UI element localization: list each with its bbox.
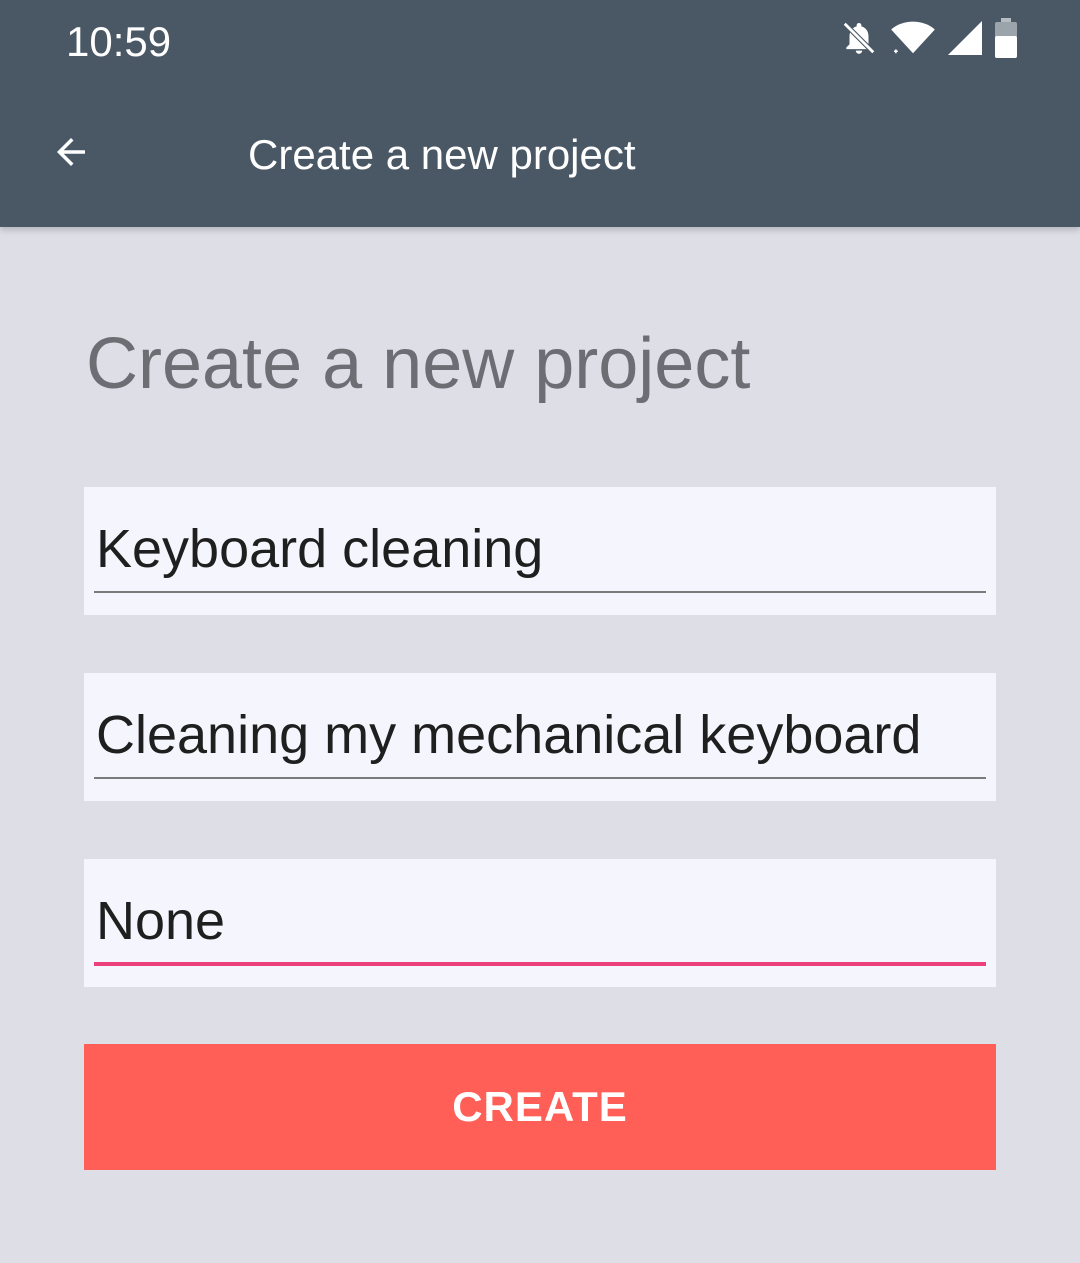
status-icons xyxy=(840,17,1018,63)
page-heading: Create a new project xyxy=(86,324,751,404)
project-name-underline xyxy=(94,591,986,593)
project-name-field[interactable]: Keyboard cleaning xyxy=(84,487,996,615)
project-description-field[interactable]: Cleaning my mechanical keyboard xyxy=(84,673,996,801)
project-name-value: Keyboard cleaning xyxy=(96,519,544,579)
project-option-underline xyxy=(94,962,986,966)
wifi-icon xyxy=(890,19,936,62)
project-option-field[interactable]: None xyxy=(84,859,996,987)
back-button[interactable] xyxy=(36,122,106,186)
toolbar-title: Create a new project xyxy=(248,131,636,178)
notifications-off-icon xyxy=(840,19,878,62)
arrow-left-icon xyxy=(48,131,94,178)
project-option-value: None xyxy=(96,891,226,951)
cell-signal-icon xyxy=(948,20,982,61)
create-button[interactable]: CREATE xyxy=(84,1044,996,1170)
app-bar: 10:59 Create a new project xyxy=(0,0,1080,227)
battery-icon xyxy=(994,17,1018,63)
status-time: 10:59 xyxy=(66,18,172,65)
project-description-underline xyxy=(94,777,986,779)
project-description-value: Cleaning my mechanical keyboard xyxy=(96,705,922,765)
